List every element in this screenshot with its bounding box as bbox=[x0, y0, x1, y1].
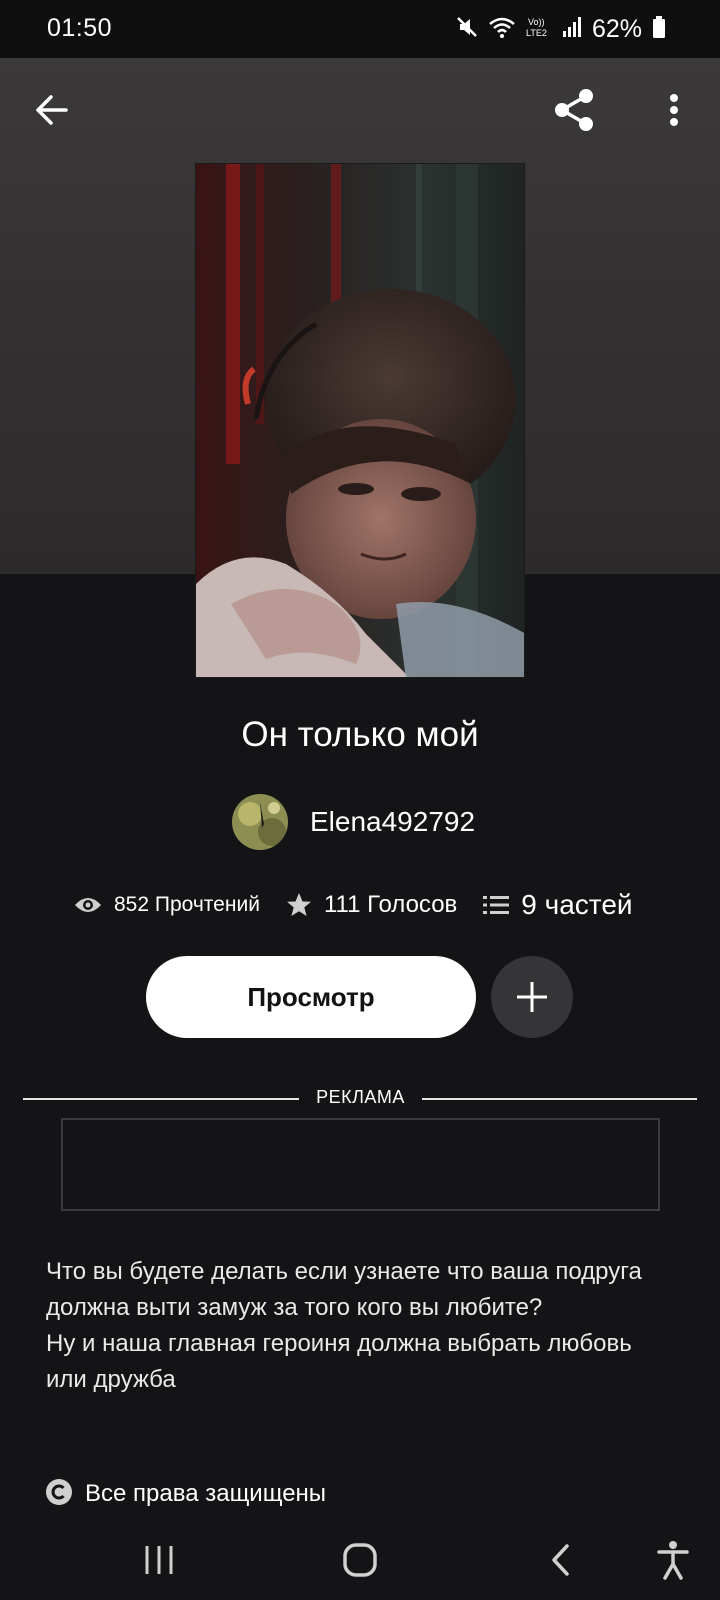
parts-stat: 9 частей bbox=[483, 889, 633, 921]
svg-text:LTE2: LTE2 bbox=[526, 28, 547, 38]
copyright-icon bbox=[45, 1478, 73, 1511]
avatar[interactable] bbox=[232, 794, 288, 850]
battery-icon bbox=[652, 15, 666, 44]
more-options-button[interactable] bbox=[642, 78, 706, 142]
system-back-button[interactable] bbox=[526, 1528, 596, 1592]
arrow-left-icon bbox=[36, 95, 68, 125]
wifi-icon bbox=[488, 15, 516, 44]
home-button[interactable] bbox=[325, 1528, 395, 1592]
recents-button[interactable] bbox=[124, 1528, 194, 1592]
more-vertical-icon bbox=[670, 94, 678, 126]
signal-icon bbox=[562, 16, 582, 43]
view-button[interactable]: Просмотр bbox=[146, 956, 476, 1038]
share-button[interactable] bbox=[542, 78, 606, 142]
ad-divider-right bbox=[422, 1098, 697, 1100]
share-icon bbox=[555, 89, 593, 131]
story-stats: 852 Прочтений 111 Голосов 9 частей bbox=[74, 883, 674, 927]
status-bar: 01:50 Vo)) LTE2 62% bbox=[0, 0, 720, 58]
status-icons: Vo)) LTE2 62% bbox=[456, 13, 666, 45]
votes-stat: 111 Голосов bbox=[286, 891, 457, 919]
battery-percent: 62% bbox=[591, 14, 642, 43]
status-time: 01:50 bbox=[47, 14, 113, 42]
parts-count: 9 частей bbox=[521, 889, 633, 920]
story-title: Он только мой bbox=[241, 715, 479, 754]
add-to-library-button[interactable] bbox=[491, 956, 573, 1038]
accessibility-icon bbox=[657, 1541, 689, 1580]
svg-text:Vo)): Vo)) bbox=[528, 17, 545, 27]
eye-icon bbox=[74, 895, 102, 915]
plus-icon bbox=[517, 982, 547, 1012]
votes-count: 111 Голосов bbox=[323, 891, 458, 918]
mute-icon bbox=[456, 15, 478, 44]
accessibility-button[interactable] bbox=[638, 1528, 708, 1592]
back-button[interactable] bbox=[20, 78, 84, 142]
star-icon bbox=[286, 892, 312, 918]
author-link[interactable]: Elena492792 bbox=[232, 794, 475, 850]
volte-icon: Vo)) LTE2 bbox=[526, 15, 552, 44]
ad-divider-left bbox=[23, 1098, 299, 1100]
ad-container[interactable] bbox=[61, 1118, 660, 1211]
author-name[interactable]: Elena492792 bbox=[310, 806, 475, 838]
system-navigation-bar bbox=[0, 1520, 720, 1600]
story-description: Что вы будете делать если узнаете что ва… bbox=[46, 1258, 642, 1393]
copyright: Все права защищены bbox=[45, 1477, 326, 1511]
home-icon bbox=[343, 1543, 377, 1577]
reads-stat: 852 Прочтений bbox=[74, 893, 260, 917]
cover-photo bbox=[196, 164, 524, 677]
story-cover-image[interactable] bbox=[195, 163, 525, 678]
copyright-text: Все права защищены bbox=[85, 1480, 327, 1507]
ad-label: РЕКЛАМА bbox=[316, 1087, 405, 1107]
recents-icon bbox=[145, 1546, 173, 1574]
back-icon bbox=[552, 1544, 569, 1576]
list-icon bbox=[483, 894, 510, 916]
reads-count: 852 Прочтений bbox=[114, 893, 260, 916]
